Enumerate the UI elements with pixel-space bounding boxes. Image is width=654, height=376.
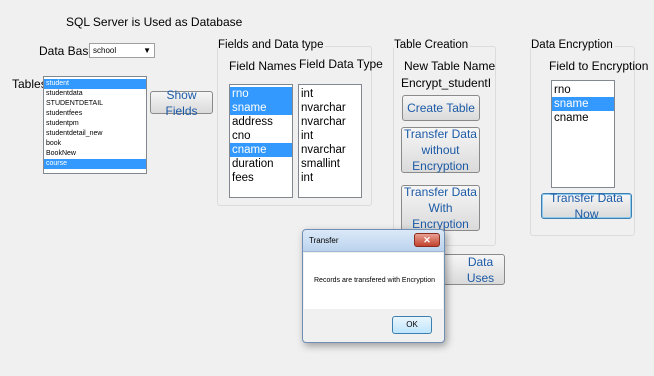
field-types-listbox[interactable]: int nvarchar nvarchar int nvarchar smallint in… [298, 84, 362, 198]
new-table-name-label: New Table Name [404, 59, 496, 73]
field-types-header: Field Data Type [299, 57, 383, 71]
field-type-item[interactable]: nvarchar [299, 143, 361, 157]
data-uses-button[interactable]: Data Uses [436, 254, 505, 285]
field-names-listbox[interactable]: rno sname address cno cname duration fees [229, 84, 293, 198]
transfer-dialog: Transfer ✕ Records are transfered with E… [302, 229, 445, 343]
field-type-item[interactable]: nvarchar [299, 101, 361, 115]
dialog-ok-button[interactable]: OK [392, 316, 432, 334]
encryption-group: Data Encryption Field to Encryption rno s… [530, 39, 648, 236]
dialog-content: Records are transfered with Encryption [304, 253, 443, 309]
dialog-title: Transfer [309, 236, 339, 245]
dialog-message: Records are transfered with Encryption [314, 277, 435, 284]
transfer-with-encryption-button[interactable]: Transfer Data With Encryption [401, 185, 480, 231]
transfer-without-encryption-button[interactable]: Transfer Data without Encryption [401, 127, 480, 173]
encryption-field-item[interactable]: sname [552, 97, 614, 111]
table-creation-group: Table Creation New Table Name Encrypt_st… [393, 39, 496, 246]
field-type-item[interactable]: int [299, 129, 361, 143]
encryption-title: Data Encryption [531, 39, 615, 51]
transfer-data-now-button[interactable]: Transfer Data Now [541, 191, 632, 221]
field-type-item[interactable]: int [299, 171, 361, 185]
field-type-item[interactable]: smallint [299, 157, 361, 171]
table-list-item[interactable]: STUDENTDETAIL [44, 99, 146, 109]
table-list-item[interactable]: studentpm [44, 119, 146, 129]
database-select[interactable]: school ▼ [89, 43, 155, 58]
encryption-field-item[interactable]: cname [552, 111, 614, 125]
fields-group: Fields and Data type Field Names Field D… [217, 39, 383, 206]
chevron-down-icon[interactable]: ▼ [143, 44, 151, 57]
encryption-fields-listbox[interactable]: rno sname cname [551, 80, 615, 188]
table-creation-title: Table Creation [394, 39, 471, 51]
table-list-item[interactable]: studentfees [44, 109, 146, 119]
field-name-item[interactable]: rno [230, 87, 292, 101]
table-list-item[interactable]: BookNew [44, 149, 146, 159]
table-list-item[interactable]: course [44, 159, 146, 169]
fields-to-encryption-label: Field to Encryption [549, 59, 649, 73]
table-list-item[interactable]: book [44, 139, 146, 149]
field-names-header: Field Names [229, 59, 297, 73]
field-name-item[interactable]: fees [230, 171, 292, 185]
show-fields-button[interactable]: Show Fields [150, 88, 213, 118]
new-table-name-value[interactable]: Encrypt_studentI [401, 76, 491, 90]
field-type-item[interactable]: nvarchar [299, 115, 361, 129]
encryption-field-item[interactable]: rno [552, 83, 614, 97]
page-title: SQL Server is Used as Database [66, 15, 243, 29]
database-selected-value: school [93, 46, 117, 55]
field-name-item[interactable]: duration [230, 157, 292, 171]
table-list-item[interactable]: student [44, 79, 146, 89]
field-name-item[interactable]: address [230, 115, 292, 129]
field-name-item[interactable]: sname [230, 101, 292, 115]
fields-group-title: Fields and Data type [218, 39, 326, 51]
field-type-item[interactable]: int [299, 87, 361, 101]
tables-label: Tables [12, 77, 47, 91]
field-name-item[interactable]: cname [230, 143, 292, 157]
field-name-item[interactable]: cno [230, 129, 292, 143]
app-window: SQL Server is Used as Database Data Base… [0, 0, 654, 376]
table-list-item[interactable]: studentdata [44, 89, 146, 99]
tables-listbox[interactable]: student studentdata STUDENTDETAIL studentfe… [43, 76, 147, 174]
table-list-item[interactable]: studentdetail_new [44, 129, 146, 139]
create-table-button[interactable]: Create Table [402, 95, 480, 121]
close-icon[interactable]: ✕ [414, 233, 440, 247]
